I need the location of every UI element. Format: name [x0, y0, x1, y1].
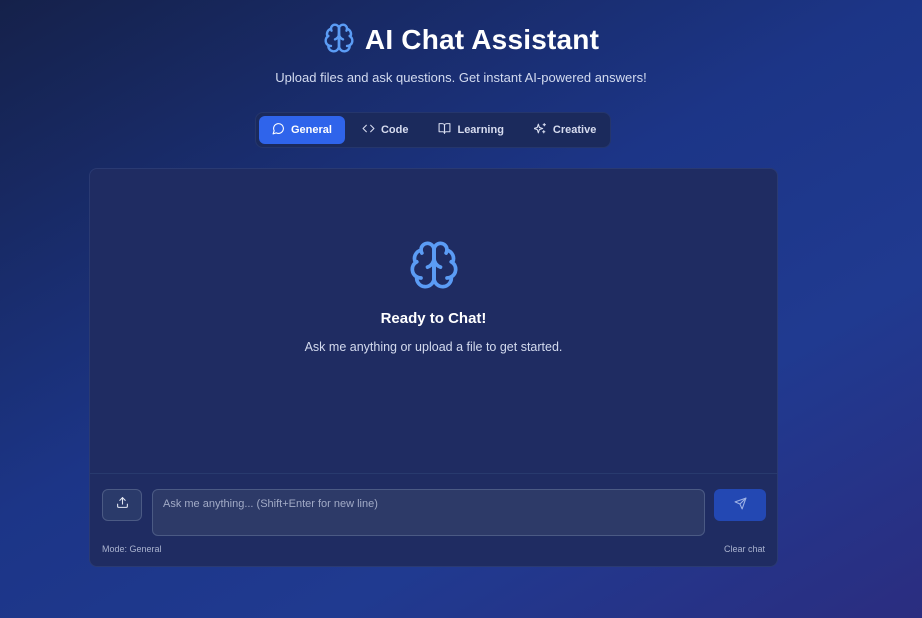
- send-button[interactable]: [714, 489, 766, 521]
- sparkles-icon: [533, 122, 547, 138]
- brain-icon: [408, 239, 460, 296]
- code-icon: [362, 122, 375, 138]
- title-row: AI Chat Assistant: [0, 22, 922, 58]
- page-subtitle: Upload files and ask questions. Get inst…: [275, 70, 647, 85]
- page-title: AI Chat Assistant: [364, 24, 600, 55]
- mode-tabs: General Code Learning Creative: [255, 112, 611, 148]
- tab-label: Learning: [457, 124, 504, 136]
- message-circle-icon: [272, 122, 285, 138]
- send-icon: [734, 497, 747, 513]
- tab-label: Code: [380, 124, 409, 136]
- chat-panel: Ready to Chat! Ask me anything or upload…: [89, 168, 778, 567]
- tab-label: General: [291, 124, 332, 136]
- header: AI Chat Assistant Upload files and ask q…: [0, 22, 922, 85]
- clear-chat-link[interactable]: Clear chat: [724, 544, 765, 554]
- mode-indicator: Mode: General: [102, 544, 162, 554]
- empty-state-title: Ready to Chat!: [380, 310, 487, 327]
- tab-learning[interactable]: Learning: [425, 116, 516, 144]
- tab-label: Creative: [552, 124, 597, 136]
- upload-button[interactable]: [102, 489, 142, 521]
- message-input[interactable]: [152, 489, 705, 536]
- tab-creative[interactable]: Creative: [521, 116, 609, 144]
- empty-state: Ready to Chat! Ask me anything or upload…: [90, 239, 777, 354]
- composer: Mode: General Clear chat: [90, 473, 777, 566]
- brain-icon: [323, 22, 355, 59]
- book-open-icon: [438, 122, 451, 138]
- tab-code[interactable]: Code: [349, 116, 422, 144]
- tab-general[interactable]: General: [259, 116, 345, 144]
- upload-icon: [116, 496, 129, 514]
- empty-state-message: Ask me anything or upload a file to get …: [304, 340, 563, 354]
